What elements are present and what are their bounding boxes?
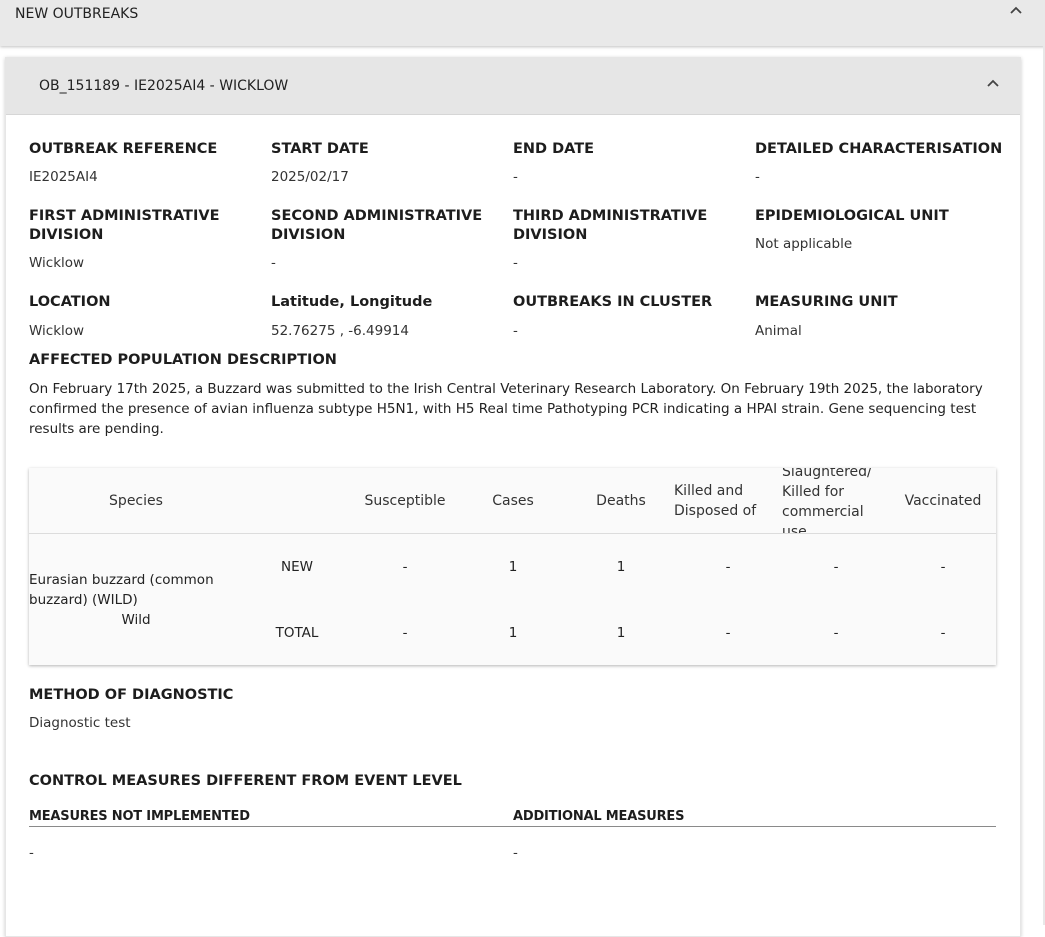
- row-new-cases: 1: [508, 559, 518, 575]
- start-date-label: START DATE: [271, 141, 369, 157]
- latlng-label: Latitude, Longitude: [271, 294, 433, 310]
- row-total-slaughtered: -: [833, 625, 839, 641]
- third-admin-label-line2: DIVISION: [513, 227, 588, 243]
- th-deaths[interactable]: Deaths: [567, 491, 675, 511]
- row-total-vaccinated: -: [940, 625, 946, 641]
- th-killed-line2: Disposed of: [674, 503, 757, 519]
- additional-measures-label: ADDITIONAL MEASURES: [513, 809, 685, 824]
- th-killed-disposed[interactable]: Killed and Disposed of: [674, 481, 782, 521]
- affected-population-label: AFFECTED POPULATION DESCRIPTION: [29, 352, 337, 368]
- row-new-killed: -: [725, 559, 731, 575]
- th-susceptible[interactable]: Susceptible: [351, 491, 459, 511]
- row-new-slaughtered: -: [833, 559, 839, 575]
- row-new-susceptible: -: [402, 559, 408, 575]
- third-admin-value: -: [513, 255, 518, 271]
- control-measures-divider: [29, 826, 996, 827]
- measures-not-implemented-value: -: [29, 845, 34, 861]
- cluster-label: OUTBREAKS IN CLUSTER: [513, 294, 713, 310]
- second-admin-label: SECOND ADMINISTRATIVE DIVISION: [271, 207, 482, 245]
- row-total-cases: 1: [508, 625, 518, 641]
- measures-not-implemented-label: MEASURES NOT IMPLEMENTED: [29, 809, 250, 824]
- chevron-up-icon[interactable]: [985, 76, 1001, 92]
- additional-measures-value: -: [513, 845, 518, 861]
- first-admin-label-line2: DIVISION: [29, 227, 104, 243]
- row-new-deaths: 1: [616, 559, 626, 575]
- cluster-value: -: [513, 323, 518, 339]
- location-label: LOCATION: [29, 294, 111, 310]
- characterisation-value: -: [755, 169, 760, 185]
- outbreak-card-header[interactable]: OB_151189 - IE2025AI4 - WICKLOW: [6, 58, 1020, 115]
- measuring-unit-value: Animal: [755, 323, 802, 339]
- row-total-label: TOTAL: [275, 625, 319, 641]
- measuring-unit-label: MEASURING UNIT: [755, 294, 898, 310]
- characterisation-label: DETAILED CHARACTERISATION: [755, 141, 1003, 157]
- control-measures-title: CONTROL MEASURES DIFFERENT FROM EVENT LE…: [29, 773, 462, 789]
- th-slaughtered-line3: commercial: [782, 504, 864, 520]
- end-date-label: END DATE: [513, 141, 595, 157]
- affected-population-text: On February 17th 2025, a Buzzard was sub…: [29, 381, 983, 437]
- first-admin-label: FIRST ADMINISTRATIVE DIVISION: [29, 207, 219, 245]
- th-slaughtered-line1: Slaughtered/: [782, 468, 872, 480]
- third-admin-label: THIRD ADMINISTRATIVE DIVISION: [513, 207, 707, 245]
- first-admin-value: Wicklow: [29, 255, 85, 271]
- second-admin-label-line2: DIVISION: [271, 227, 346, 243]
- latlng-value: 52.76275 , -6.49914: [271, 323, 409, 339]
- chevron-up-icon[interactable]: [1008, 3, 1024, 19]
- th-vaccinated[interactable]: Vaccinated: [890, 491, 996, 511]
- row-total-killed: -: [725, 625, 731, 641]
- row-new-label: NEW: [281, 559, 313, 575]
- location-value: Wicklow: [29, 323, 85, 339]
- epi-unit-label: EPIDEMIOLOGICAL UNIT: [755, 208, 949, 224]
- species-name-line1: Eurasian buzzard (common: [29, 572, 214, 588]
- diagnostic-value: Diagnostic test: [29, 715, 131, 731]
- row-total-susceptible: -: [402, 625, 408, 641]
- table-header-divider: [29, 533, 996, 534]
- row-new-vaccinated: -: [940, 559, 946, 575]
- species-name: Eurasian buzzard (common buzzard) (WILD): [29, 570, 243, 610]
- second-admin-value: -: [271, 255, 276, 271]
- row-total-deaths: 1: [616, 625, 626, 641]
- species-name-line2: buzzard) (WILD): [29, 592, 138, 608]
- first-admin-label-line1: FIRST ADMINISTRATIVE: [29, 208, 220, 224]
- third-admin-label-line1: THIRD ADMINISTRATIVE: [513, 208, 708, 224]
- species-table: Species Susceptible Cases Deaths Killed …: [29, 468, 996, 665]
- new-outbreaks-header[interactable]: NEW OUTBREAKS: [0, 0, 1045, 46]
- section-title: NEW OUTBREAKS: [15, 6, 139, 22]
- th-species[interactable]: Species: [29, 491, 243, 511]
- th-slaughtered[interactable]: Slaughtered/ Killed for commercial use: [782, 468, 890, 534]
- outbreak-title: OB_151189 - IE2025AI4 - WICKLOW: [39, 78, 289, 94]
- outbreak-reference-value: IE2025AI4: [29, 169, 98, 185]
- th-killed-line1: Killed and: [674, 483, 744, 499]
- species-type: Wild: [121, 612, 151, 628]
- start-date-value: 2025/02/17: [271, 169, 349, 185]
- th-slaughtered-line2: Killed for: [782, 484, 845, 500]
- diagnostic-label: METHOD OF DIAGNOSTIC: [29, 687, 234, 703]
- outbreak-reference-label: OUTBREAK REFERENCE: [29, 141, 218, 157]
- epi-unit-value: Not applicable: [755, 236, 853, 252]
- end-date-value: -: [513, 169, 518, 185]
- second-admin-label-line1: SECOND ADMINISTRATIVE: [271, 208, 483, 224]
- th-cases[interactable]: Cases: [459, 491, 567, 511]
